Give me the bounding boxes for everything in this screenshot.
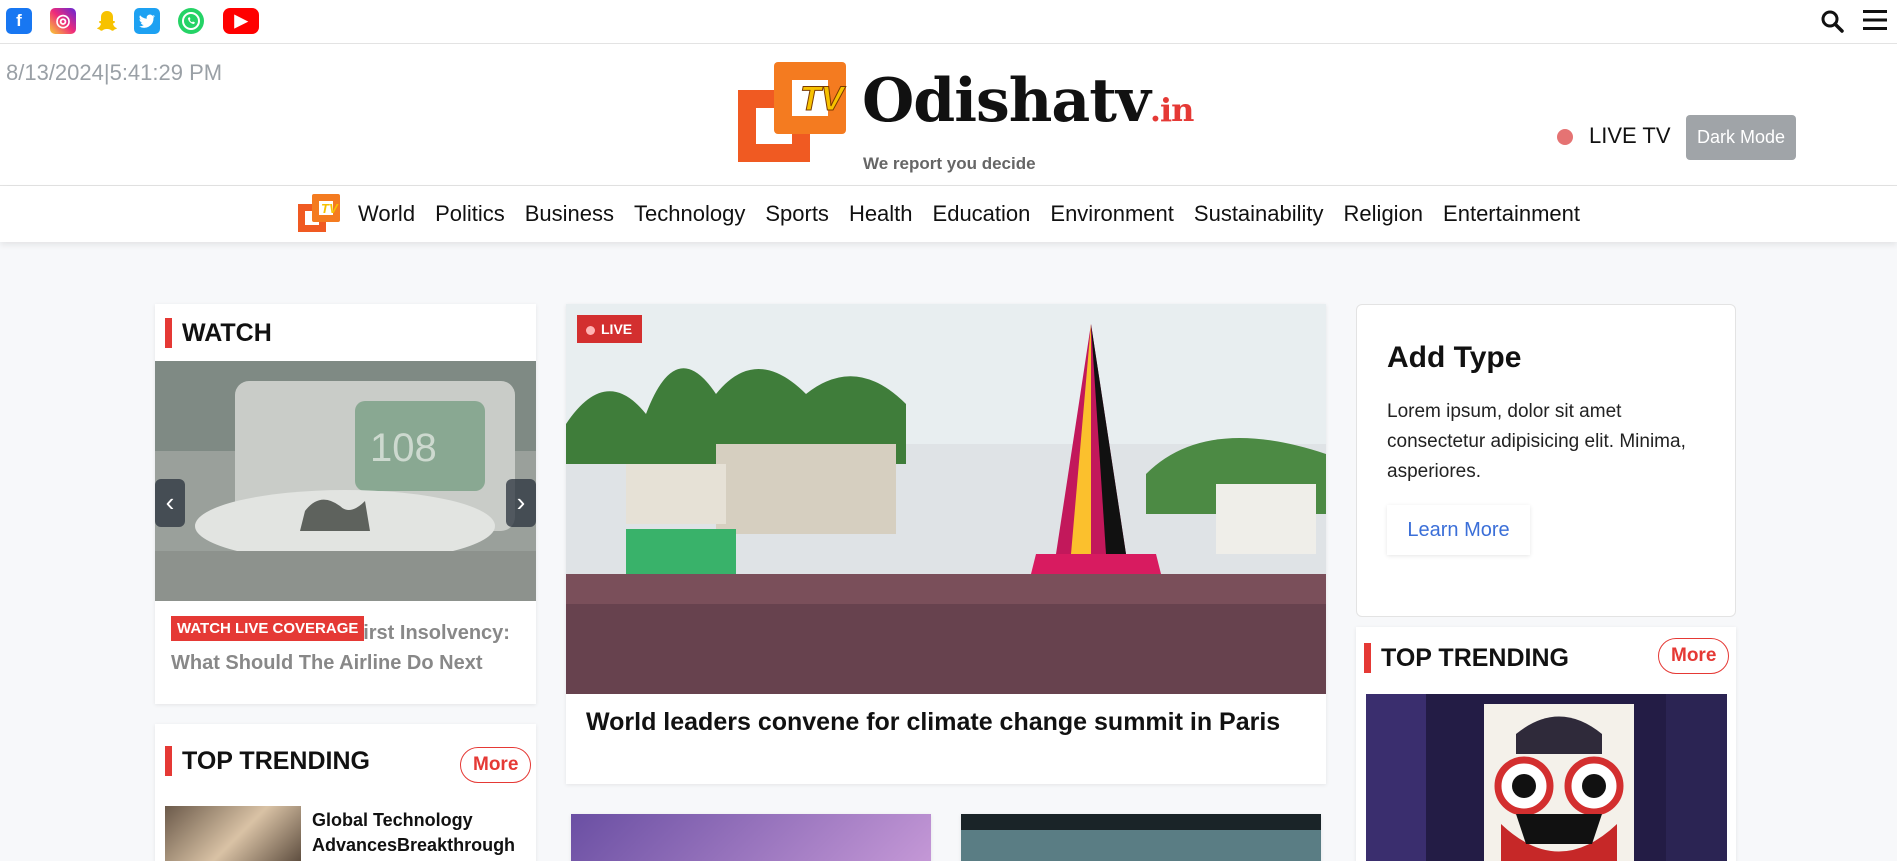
watch-title: WATCH — [182, 318, 272, 347]
nav-item-religion[interactable]: Religion — [1344, 201, 1424, 227]
trending-item-title[interactable]: Global Technology AdvancesBreakthrough — [312, 808, 527, 858]
search-icon[interactable] — [1819, 8, 1845, 34]
trending-header: TOP TRENDING — [165, 746, 370, 776]
youtube-icon[interactable]: ▶ — [223, 8, 259, 34]
trending-title: TOP TRENDING — [1381, 643, 1569, 672]
story-thumbnail-2-image — [961, 830, 1321, 861]
section-accent-bar — [165, 746, 172, 776]
instagram-icon[interactable]: ◎ — [50, 8, 76, 34]
top-trending-left: TOP TRENDING More Global Technology Adva… — [155, 724, 536, 861]
ad-card: Add Type Lorem ipsum, dolor sit amet con… — [1356, 304, 1736, 617]
live-tv-link[interactable]: LIVE TV — [1589, 123, 1671, 149]
svg-text:TV: TV — [321, 201, 339, 216]
live-badge: LIVE — [577, 315, 643, 343]
nav-item-world[interactable]: World — [358, 201, 415, 227]
trending-item-thumbnail[interactable] — [165, 806, 301, 861]
nav-item-business[interactable]: Business — [525, 201, 614, 227]
nav-item-politics[interactable]: Politics — [435, 201, 505, 227]
trending-header: TOP TRENDING — [1364, 643, 1569, 673]
trending-more-button[interactable]: More — [1658, 638, 1730, 674]
main-story-headline[interactable]: World leaders convene for climate change… — [586, 708, 1280, 737]
snapchat-icon[interactable] — [94, 8, 120, 34]
main-navigation: TV World Politics Business Technology Sp… — [0, 186, 1897, 242]
nav-item-entertainment[interactable]: Entertainment — [1443, 201, 1580, 227]
nav-logo-icon[interactable]: TV — [294, 192, 344, 234]
watch-video-thumbnail[interactable]: 108 ‹ › — [155, 361, 536, 601]
main-story-card: LIVE World leaders convene for climate c… — [566, 304, 1326, 784]
ad-text: Lorem ipsum, dolor sit amet consectetur … — [1387, 401, 1686, 482]
learn-more-button[interactable]: Learn More — [1387, 505, 1530, 555]
watch-section: WATCH 108 ‹ › First Insolvency: What Sho… — [155, 304, 536, 704]
carousel-prev-button[interactable]: ‹ — [155, 479, 185, 527]
section-accent-bar — [165, 318, 172, 348]
hamburger-menu-icon[interactable] — [1861, 6, 1889, 34]
trending-image[interactable] — [1366, 694, 1727, 861]
site-logo[interactable]: TV Odishatv.in We report you decide — [726, 62, 1194, 173]
logo-tagline: We report you decide — [863, 154, 1036, 173]
trending-more-button[interactable]: More — [460, 747, 532, 783]
otv-logo-icon: TV — [738, 62, 847, 162]
main-story-image[interactable]: LIVE — [566, 304, 1326, 694]
live-indicator-dot — [1557, 129, 1573, 145]
logo-wordmark: Odishatv.in — [862, 66, 1194, 136]
current-datetime: 8/13/2024|5:41:29 PM — [6, 60, 223, 85]
trending-title: TOP TRENDING — [182, 746, 370, 775]
story-thumbnail-1[interactable] — [571, 814, 931, 861]
section-accent-bar — [1364, 643, 1371, 673]
nav-item-health[interactable]: Health — [849, 201, 913, 227]
nav-item-education[interactable]: Education — [933, 201, 1031, 227]
social-topbar: f ◎ ▶ — [0, 0, 1897, 44]
dark-mode-button[interactable]: Dark Mode — [1686, 115, 1796, 160]
top-trending-right: TOP TRENDING More — [1356, 627, 1736, 861]
story-thumbnail-2[interactable] — [961, 814, 1321, 861]
whatsapp-icon[interactable] — [178, 8, 204, 34]
nav-items: World Politics Business Technology Sport… — [358, 186, 1600, 242]
nav-item-sports[interactable]: Sports — [765, 201, 829, 227]
ad-title: Add Type — [1387, 341, 1522, 374]
site-header: 8/13/2024|5:41:29 PM TV Odishatv.in We r… — [0, 44, 1897, 186]
nav-item-environment[interactable]: Environment — [1050, 201, 1174, 227]
twitter-icon[interactable] — [134, 8, 160, 34]
nav-item-technology[interactable]: Technology — [634, 201, 745, 227]
svg-text:TV: TV — [800, 80, 847, 118]
watch-header: WATCH — [165, 318, 272, 348]
nav-item-sustainability[interactable]: Sustainability — [1194, 201, 1324, 227]
watch-live-coverage-badge[interactable]: WATCH LIVE COVERAGE — [171, 616, 365, 641]
facebook-icon[interactable]: f — [6, 8, 32, 34]
svg-text:108: 108 — [370, 426, 437, 470]
carousel-next-button[interactable]: › — [506, 479, 536, 527]
